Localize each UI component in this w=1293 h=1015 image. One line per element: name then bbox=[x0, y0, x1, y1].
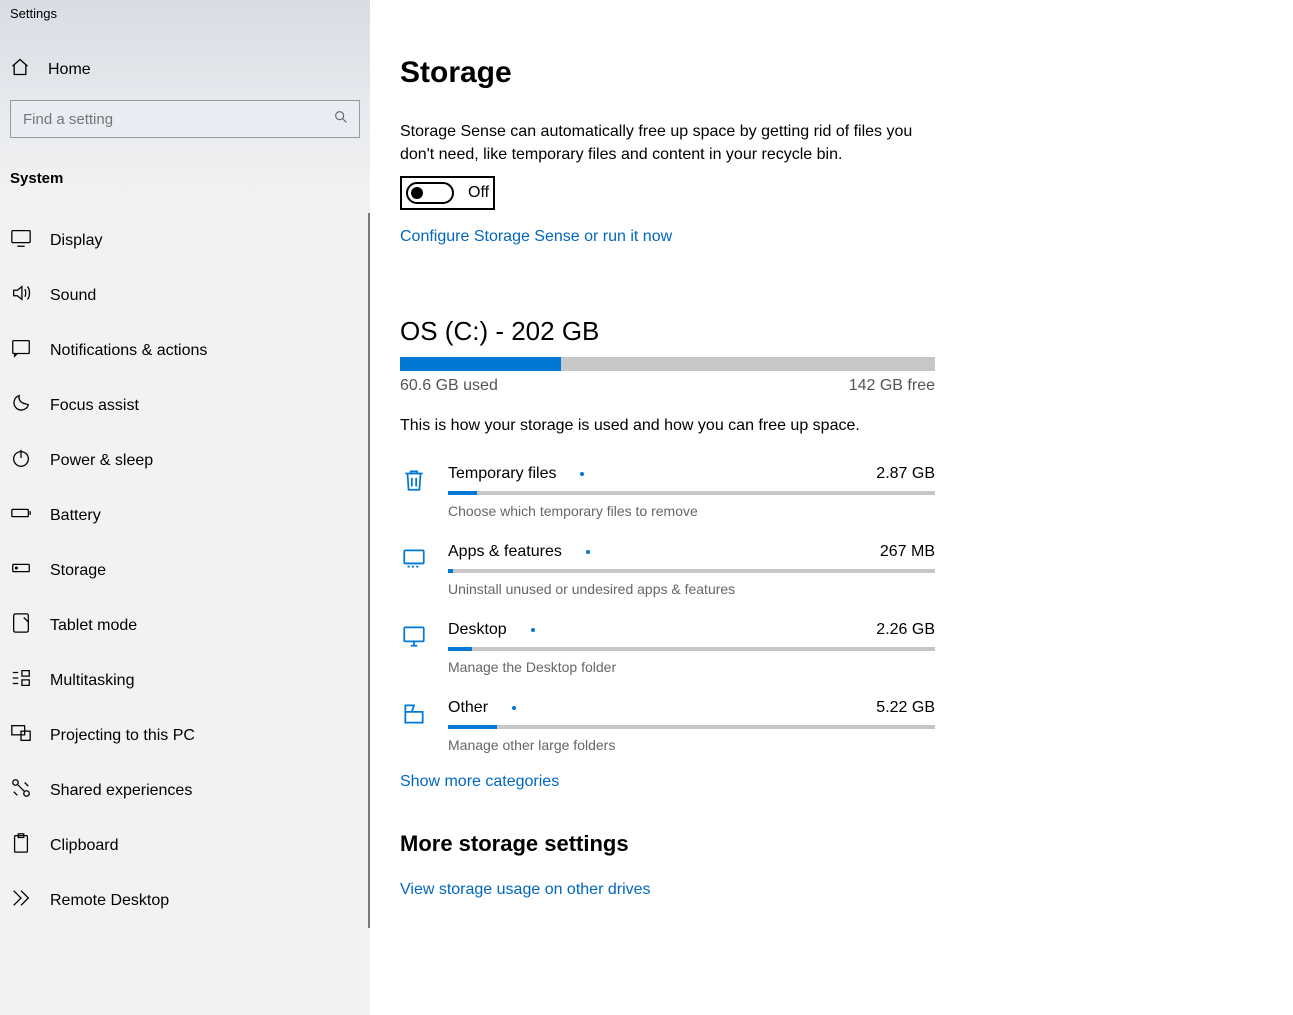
sidebar-item-notifications[interactable]: Notifications & actions bbox=[0, 323, 370, 378]
battery-icon bbox=[10, 502, 32, 529]
toggle-state-label: Off bbox=[468, 184, 489, 202]
category-sub: Uninstall unused or undesired apps & fea… bbox=[448, 581, 935, 597]
sidebar-item-label: Display bbox=[50, 232, 102, 250]
sidebar-item-label: Shared experiences bbox=[50, 782, 192, 800]
view-other-drives-link[interactable]: View storage usage on other drives bbox=[400, 881, 651, 899]
category-name: Desktop bbox=[448, 621, 507, 639]
sidebar-item-label: Multitasking bbox=[50, 672, 134, 690]
display-icon bbox=[10, 227, 32, 254]
category-other[interactable]: Other 5.22 GB Manage other large folders bbox=[400, 689, 935, 767]
sidebar-item-label: Clipboard bbox=[50, 837, 118, 855]
category-name: Apps & features bbox=[448, 543, 562, 561]
multitasking-icon bbox=[10, 667, 32, 694]
home-button[interactable]: Home bbox=[0, 21, 370, 92]
sidebar-item-battery[interactable]: Battery bbox=[0, 488, 370, 543]
sidebar-item-display[interactable]: Display bbox=[0, 213, 370, 268]
sidebar-item-projecting[interactable]: Projecting to this PC bbox=[0, 708, 370, 763]
main-content: Storage Storage Sense can automatically … bbox=[370, 0, 1293, 1015]
category-apps-features[interactable]: Apps & features 267 MB Uninstall unused … bbox=[400, 533, 935, 611]
sidebar: Settings Home System Display Sound Notif… bbox=[0, 0, 370, 1015]
sidebar-item-label: Remote Desktop bbox=[50, 892, 169, 910]
search-input[interactable] bbox=[10, 100, 360, 138]
apps-icon bbox=[400, 543, 428, 597]
focus-assist-icon bbox=[10, 392, 32, 419]
category-sub: Choose which temporary files to remove bbox=[448, 503, 935, 519]
nav-scroll-indicator bbox=[368, 213, 370, 928]
sidebar-item-remote-desktop[interactable]: Remote Desktop bbox=[0, 873, 370, 928]
category-name: Temporary files bbox=[448, 465, 556, 483]
dot-icon bbox=[586, 550, 590, 554]
more-storage-heading: More storage settings bbox=[400, 831, 1263, 857]
projecting-icon bbox=[10, 722, 32, 749]
sidebar-item-label: Focus assist bbox=[50, 397, 139, 415]
show-more-categories-link[interactable]: Show more categories bbox=[400, 773, 559, 791]
tablet-icon bbox=[10, 612, 32, 639]
configure-storage-sense-link[interactable]: Configure Storage Sense or run it now bbox=[400, 228, 672, 246]
sidebar-item-label: Storage bbox=[50, 562, 106, 580]
sidebar-item-storage[interactable]: Storage bbox=[0, 543, 370, 598]
desktop-icon bbox=[400, 621, 428, 675]
storage-icon bbox=[10, 557, 32, 584]
category-size: 2.87 GB bbox=[876, 465, 935, 483]
drive-usage-bar bbox=[400, 357, 935, 371]
storage-sense-description: Storage Sense can automatically free up … bbox=[400, 120, 920, 166]
sidebar-item-label: Battery bbox=[50, 507, 101, 525]
power-icon bbox=[10, 447, 32, 474]
storage-sense-toggle[interactable]: Off bbox=[400, 176, 495, 210]
drive-description: This is how your storage is used and how… bbox=[400, 417, 1263, 435]
remote-icon bbox=[10, 887, 32, 914]
sidebar-item-multitasking[interactable]: Multitasking bbox=[0, 653, 370, 708]
drive-used-label: 60.6 GB used bbox=[400, 377, 498, 395]
category-list: Temporary files 2.87 GB Choose which tem… bbox=[400, 455, 935, 767]
dot-icon bbox=[580, 472, 584, 476]
drive-free-label: 142 GB free bbox=[849, 377, 935, 395]
toggle-switch[interactable] bbox=[406, 182, 454, 204]
category-size: 5.22 GB bbox=[876, 699, 935, 717]
category-desktop[interactable]: Desktop 2.26 GB Manage the Desktop folde… bbox=[400, 611, 935, 689]
sidebar-item-shared-experiences[interactable]: Shared experiences bbox=[0, 763, 370, 818]
search-icon bbox=[333, 109, 349, 129]
sound-icon bbox=[10, 282, 32, 309]
sidebar-item-label: Tablet mode bbox=[50, 617, 137, 635]
drive-title: OS (C:) - 202 GB bbox=[400, 316, 1263, 347]
sidebar-item-label: Projecting to this PC bbox=[50, 727, 195, 745]
dot-icon bbox=[512, 706, 516, 710]
sidebar-item-label: Sound bbox=[50, 287, 96, 305]
drive-usage-fill bbox=[400, 357, 561, 371]
category-sub: Manage other large folders bbox=[448, 737, 935, 753]
nav-list: Display Sound Notifications & actions Fo… bbox=[0, 213, 370, 928]
dot-icon bbox=[531, 628, 535, 632]
category-temporary-files[interactable]: Temporary files 2.87 GB Choose which tem… bbox=[400, 455, 935, 533]
sidebar-item-label: Notifications & actions bbox=[50, 342, 207, 360]
category-size: 267 MB bbox=[880, 543, 935, 561]
category-name: Other bbox=[448, 699, 488, 717]
search-field[interactable] bbox=[23, 111, 333, 128]
trash-icon bbox=[400, 465, 428, 519]
sidebar-item-clipboard[interactable]: Clipboard bbox=[0, 818, 370, 873]
app-title: Settings bbox=[0, 0, 370, 21]
sidebar-item-label: Power & sleep bbox=[50, 452, 153, 470]
section-label: System bbox=[0, 138, 370, 195]
page-title: Storage bbox=[400, 56, 1263, 90]
shared-icon bbox=[10, 777, 32, 804]
clipboard-icon bbox=[10, 832, 32, 859]
sidebar-item-sound[interactable]: Sound bbox=[0, 268, 370, 323]
home-label: Home bbox=[48, 61, 91, 79]
sidebar-item-focus-assist[interactable]: Focus assist bbox=[0, 378, 370, 433]
sidebar-item-tablet-mode[interactable]: Tablet mode bbox=[0, 598, 370, 653]
folder-icon bbox=[400, 699, 428, 753]
category-size: 2.26 GB bbox=[876, 621, 935, 639]
home-icon bbox=[10, 57, 30, 82]
notifications-icon bbox=[10, 337, 32, 364]
category-sub: Manage the Desktop folder bbox=[448, 659, 935, 675]
sidebar-item-power-sleep[interactable]: Power & sleep bbox=[0, 433, 370, 488]
